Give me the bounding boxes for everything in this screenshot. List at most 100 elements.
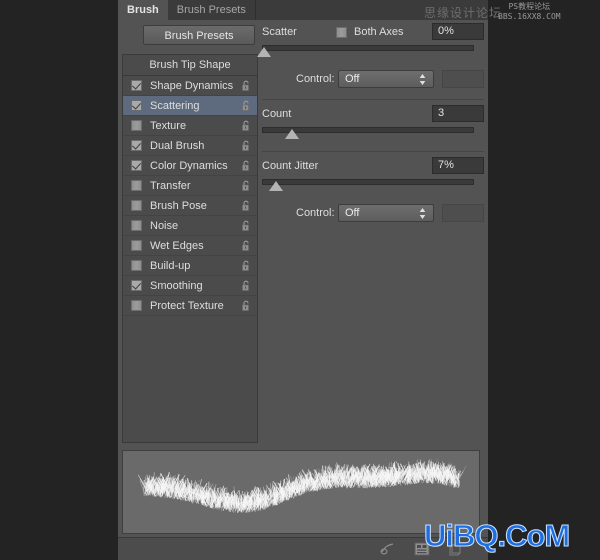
divider: [262, 151, 484, 152]
checkbox-both-axes[interactable]: [336, 26, 347, 38]
list-item-label: Color Dynamics: [150, 159, 228, 172]
checkbox-texture[interactable]: [131, 120, 142, 131]
scatter-slider[interactable]: [257, 44, 484, 60]
scatter-slider-thumb[interactable]: [257, 47, 271, 57]
chevron-updown-icon: [419, 74, 426, 85]
count-label: Count: [262, 108, 292, 120]
list-item-label: Smoothing: [150, 279, 203, 292]
list-item-label: Dual Brush: [150, 139, 205, 152]
count-jitter-value-input[interactable]: 7%: [432, 157, 484, 174]
list-item-label: Protect Texture: [150, 299, 224, 312]
list-item-color-dynamics[interactable]: Color Dynamics: [123, 156, 257, 176]
count-value-input[interactable]: 3: [432, 105, 484, 122]
checkbox-noise[interactable]: [131, 220, 142, 231]
unlocked-padlock-icon[interactable]: [241, 280, 251, 292]
watermark-url-line2: BBS.16XX8.COM: [498, 12, 561, 21]
count-jitter-control-label: Control:: [296, 207, 335, 219]
new-brush-preset-icon[interactable]: [380, 542, 396, 556]
list-item-noise[interactable]: Noise: [123, 216, 257, 236]
unlocked-padlock-icon[interactable]: [241, 200, 251, 212]
list-item-transfer[interactable]: Transfer: [123, 176, 257, 196]
checkbox-smoothing[interactable]: [131, 280, 142, 291]
watermark-url-line1: PS教程论坛: [508, 2, 551, 11]
scatter-control-extra-field[interactable]: [442, 70, 484, 88]
list-item-brush-pose[interactable]: Brush Pose: [123, 196, 257, 216]
list-item-label: Scattering: [150, 99, 200, 112]
count-jitter-slider-track[interactable]: [262, 179, 474, 185]
unlocked-padlock-icon[interactable]: [241, 260, 251, 272]
checkbox-shape-dynamics[interactable]: [131, 80, 142, 91]
unlocked-padlock-icon[interactable]: [241, 180, 251, 192]
list-item-label: Wet Edges: [150, 239, 204, 252]
brush-tip-shape-header[interactable]: Brush Tip Shape: [123, 55, 257, 76]
list-item-scattering[interactable]: Scattering: [123, 96, 257, 116]
list-item-label: Brush Pose: [150, 199, 207, 212]
chevron-updown-icon: [419, 208, 426, 219]
watermark-url: PS教程论坛 BBS.16XX8.COM: [498, 2, 561, 22]
count-jitter-label: Count Jitter: [262, 160, 319, 172]
list-item-label: Shape Dynamics: [150, 79, 234, 92]
scatter-label: Scatter: [262, 26, 297, 38]
count-slider-thumb[interactable]: [285, 129, 299, 139]
scatter-slider-track[interactable]: [262, 45, 474, 51]
scatter-control-group: Scatter Both Axes 0% Control: Off: [257, 22, 484, 90]
list-item-smoothing[interactable]: Smoothing: [123, 276, 257, 296]
unlocked-padlock-icon[interactable]: [241, 240, 251, 252]
list-item-label: Texture: [150, 119, 187, 132]
unlocked-padlock-icon[interactable]: [241, 140, 251, 152]
both-axes-label: Both Axes: [354, 26, 404, 38]
photoshop-brush-panel-screenshot: Brush Brush Presets Brush Presets Brush …: [0, 0, 600, 560]
unlocked-padlock-icon[interactable]: [241, 80, 251, 92]
watermark-uibq: UiBQ.CoM: [423, 518, 570, 554]
list-item-texture[interactable]: Texture: [123, 116, 257, 136]
count-row: Count 3: [262, 104, 484, 124]
count-jitter-slider[interactable]: [262, 178, 484, 194]
watermark-chinese-top: 思缘设计论坛: [424, 6, 503, 20]
list-item-label: Noise: [150, 219, 179, 232]
scatter-control-dropdown-row: Control: Off: [262, 68, 484, 90]
count-jitter-control-value: Off: [345, 207, 360, 219]
count-control-group: Count 3: [262, 104, 484, 142]
unlocked-padlock-icon[interactable]: [241, 300, 251, 312]
checkbox-build-up[interactable]: [131, 260, 142, 271]
unlocked-padlock-icon[interactable]: [241, 120, 251, 132]
count-jitter-slider-thumb[interactable]: [269, 181, 283, 191]
unlocked-padlock-icon[interactable]: [241, 160, 251, 172]
checkbox-scattering[interactable]: [131, 100, 142, 111]
list-item-build-up[interactable]: Build-up: [123, 256, 257, 276]
list-item-protect-texture[interactable]: Protect Texture: [123, 296, 257, 316]
scatter-row: Scatter Both Axes 0%: [262, 22, 484, 42]
scattering-options: Scatter Both Axes 0% Control: Off Count …: [257, 22, 484, 224]
checkbox-protect-texture[interactable]: [131, 300, 142, 311]
list-item-wet-edges[interactable]: Wet Edges: [123, 236, 257, 256]
count-jitter-control-group: Count Jitter 7% Control: Off: [262, 156, 484, 224]
unlocked-padlock-icon[interactable]: [241, 100, 251, 112]
scatter-control-value: Off: [345, 73, 360, 85]
count-jitter-control-dropdown-row: Control: Off: [262, 202, 484, 224]
count-jitter-control-extra-field[interactable]: [442, 204, 484, 222]
brush-tip-shape-label: Brush Tip Shape: [149, 59, 231, 71]
checkbox-dual-brush[interactable]: [131, 140, 142, 151]
scatter-control-select[interactable]: Off: [338, 70, 434, 88]
checkbox-brush-pose[interactable]: [131, 200, 142, 211]
scatter-value-input[interactable]: 0%: [432, 23, 484, 40]
checkbox-transfer[interactable]: [131, 180, 142, 191]
brush-presets-button[interactable]: Brush Presets: [143, 25, 255, 45]
divider: [262, 99, 484, 100]
scatter-control-label: Control:: [296, 73, 335, 85]
list-item-label: Build-up: [150, 259, 191, 272]
count-jitter-row: Count Jitter 7%: [262, 156, 484, 176]
brush-panel: Brush Brush Presets Brush Presets Brush …: [118, 0, 488, 560]
checkbox-color-dynamics[interactable]: [131, 160, 142, 171]
unlocked-padlock-icon[interactable]: [241, 220, 251, 232]
both-axes-control[interactable]: Both Axes: [336, 26, 404, 38]
list-item-dual-brush[interactable]: Dual Brush: [123, 136, 257, 156]
tab-brush-presets[interactable]: Brush Presets: [168, 0, 255, 20]
count-jitter-control-select[interactable]: Off: [338, 204, 434, 222]
list-item-shape-dynamics[interactable]: Shape Dynamics: [123, 76, 257, 96]
count-slider[interactable]: [262, 126, 484, 142]
tab-brush[interactable]: Brush: [118, 0, 168, 20]
list-item-label: Transfer: [150, 179, 191, 192]
brush-options-list[interactable]: Brush Tip Shape Shape Dynamics Scatterin…: [122, 54, 258, 443]
checkbox-wet-edges[interactable]: [131, 240, 142, 251]
